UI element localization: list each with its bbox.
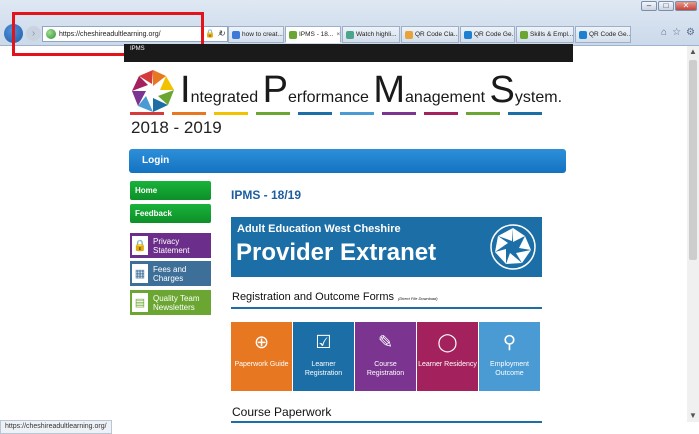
banner-subtitle: Adult Education West Cheshire (237, 223, 401, 235)
sidebar-feedback-label: Feedback (135, 209, 172, 218)
maximize-button[interactable]: □ (658, 1, 674, 11)
browser-tab[interactable]: how to creat... (228, 26, 284, 43)
browser-tab[interactable]: QR Code Ge... (460, 26, 515, 43)
form-tile[interactable]: ⚲ Employment Outcome (479, 322, 540, 391)
form-tile[interactable]: ☑ Learner Registration (293, 322, 354, 391)
document-pen-icon: ✎ (377, 332, 394, 352)
direct-download-note: (Direct File Download) (398, 296, 438, 301)
browser-tab[interactable]: Skills & Empl... (516, 26, 574, 43)
browser-tab[interactable]: QR Code Cla... (401, 26, 459, 43)
browser-tab[interactable]: IPMS - 18... × (285, 26, 341, 43)
tab-favicon-icon (289, 30, 297, 39)
login-bar[interactable]: Login (129, 149, 566, 173)
home-icon[interactable]: ⌂ (661, 27, 667, 38)
tile-label: Learner Residency (418, 361, 477, 368)
registration-section-title: Registration and Outcome Forms (Direct Fi… (232, 291, 438, 303)
speech-bubble-icon: ◯ (437, 332, 458, 352)
tab-label: Skills & Empl... (530, 31, 574, 38)
calculator-icon: ▦ (132, 264, 148, 283)
refresh-icon[interactable]: ↻ (219, 29, 226, 38)
tab-favicon-icon (464, 30, 472, 39)
status-url: https://cheshireadultlearning.org/ (5, 423, 107, 430)
brand-color-strip (130, 112, 542, 115)
scroll-thumb[interactable] (689, 60, 697, 260)
tab-label: IPMS - 18... (299, 31, 334, 38)
globe-cursor-icon: ⊕ (253, 332, 270, 352)
sidebar-home[interactable]: Home (130, 181, 211, 200)
tab-label: QR Code Cla... (415, 31, 459, 38)
padlock-icon: 🔒 (132, 236, 148, 255)
sidebar-home-label: Home (135, 186, 158, 195)
sidebar-fees-label: Fees and Charges (153, 264, 187, 283)
tab-label: QR Code Ge... (474, 31, 515, 38)
window-controls: – □ ✕ (641, 1, 697, 11)
star-icon[interactable]: ☆ (672, 27, 681, 38)
banner-title: Provider Extranet (236, 239, 437, 266)
form-tile[interactable]: ⊕ Paperwork Guide (231, 322, 292, 391)
top-bar-label: IPMS (130, 46, 145, 52)
tile-label: Learner Registration (304, 361, 343, 377)
browser-tab[interactable]: Watch highli... (342, 26, 400, 43)
tab-favicon-icon (579, 30, 587, 39)
sidebar-quality-label: Quality Team Newsletters (153, 293, 200, 312)
newsletter-icon: ▤ (132, 293, 148, 312)
tab-label: QR Code Ge... (589, 31, 631, 38)
close-window-button[interactable]: ✕ (675, 1, 697, 11)
year-label: 2018 - 2019 (131, 118, 222, 137)
minimize-button[interactable]: – (641, 1, 657, 11)
sidebar-fees[interactable]: ▦ Fees and Charges (130, 261, 211, 286)
browser-tab[interactable]: QR Code Ge... (575, 26, 631, 43)
tab-favicon-icon (346, 30, 354, 39)
person-add-icon: ⚲ (502, 332, 517, 352)
gear-icon[interactable]: ⚙ (686, 27, 695, 38)
section-divider (231, 307, 542, 309)
ipms-logo-icon (132, 70, 174, 112)
login-link[interactable]: Login (142, 155, 169, 166)
scroll-up-icon[interactable]: ▲ (687, 46, 699, 58)
tab-label: Watch highli... (356, 31, 397, 38)
tab-favicon-icon (520, 30, 528, 39)
tab-label: how to creat... (242, 31, 283, 38)
tile-label: Course Registration (366, 361, 405, 377)
form-tile[interactable]: ◯ Learner Residency (417, 322, 478, 391)
tab-favicon-icon (405, 30, 413, 39)
content-title: IPMS - 18/19 (231, 188, 302, 202)
tab-favicon-icon (232, 30, 240, 39)
tab-strip: how to creat... IPMS - 18... × Watch highli… (228, 26, 631, 43)
sidebar-quality[interactable]: ▤ Quality Team Newsletters (130, 290, 211, 315)
sidebar-feedback[interactable]: Feedback (130, 204, 211, 223)
provider-extranet-banner: Adult Education West Cheshire Provider E… (231, 217, 542, 277)
sidebar-privacy[interactable]: 🔒 Privacy Statement (130, 233, 211, 258)
course-paperwork-title: Course Paperwork (232, 405, 332, 419)
tile-label: Employment Outcome (490, 361, 529, 377)
site-title: Integrated Performance Management System… (180, 69, 563, 111)
tile-label: Paperwork Guide (234, 361, 289, 368)
status-bar: https://cheshireadultlearning.org/ (0, 420, 112, 434)
page-top-bar: IPMS (124, 44, 573, 62)
clipboard-check-icon: ☑ (315, 332, 332, 352)
sidebar-privacy-label: Privacy Statement (153, 236, 190, 255)
scroll-down-icon[interactable]: ▼ (687, 410, 699, 422)
section-divider (231, 421, 542, 423)
extranet-logo-icon (490, 224, 536, 270)
close-tab-icon[interactable]: × (336, 31, 340, 38)
address-tools: 🔒 ↻ (205, 29, 226, 38)
lock-icon[interactable]: 🔒 (205, 29, 215, 38)
vertical-scrollbar[interactable]: ▲ ▼ (687, 46, 699, 422)
form-tile[interactable]: ✎ Course Registration (355, 322, 416, 391)
toolbar-right: ⌂ ☆ ⚙ (661, 27, 695, 38)
